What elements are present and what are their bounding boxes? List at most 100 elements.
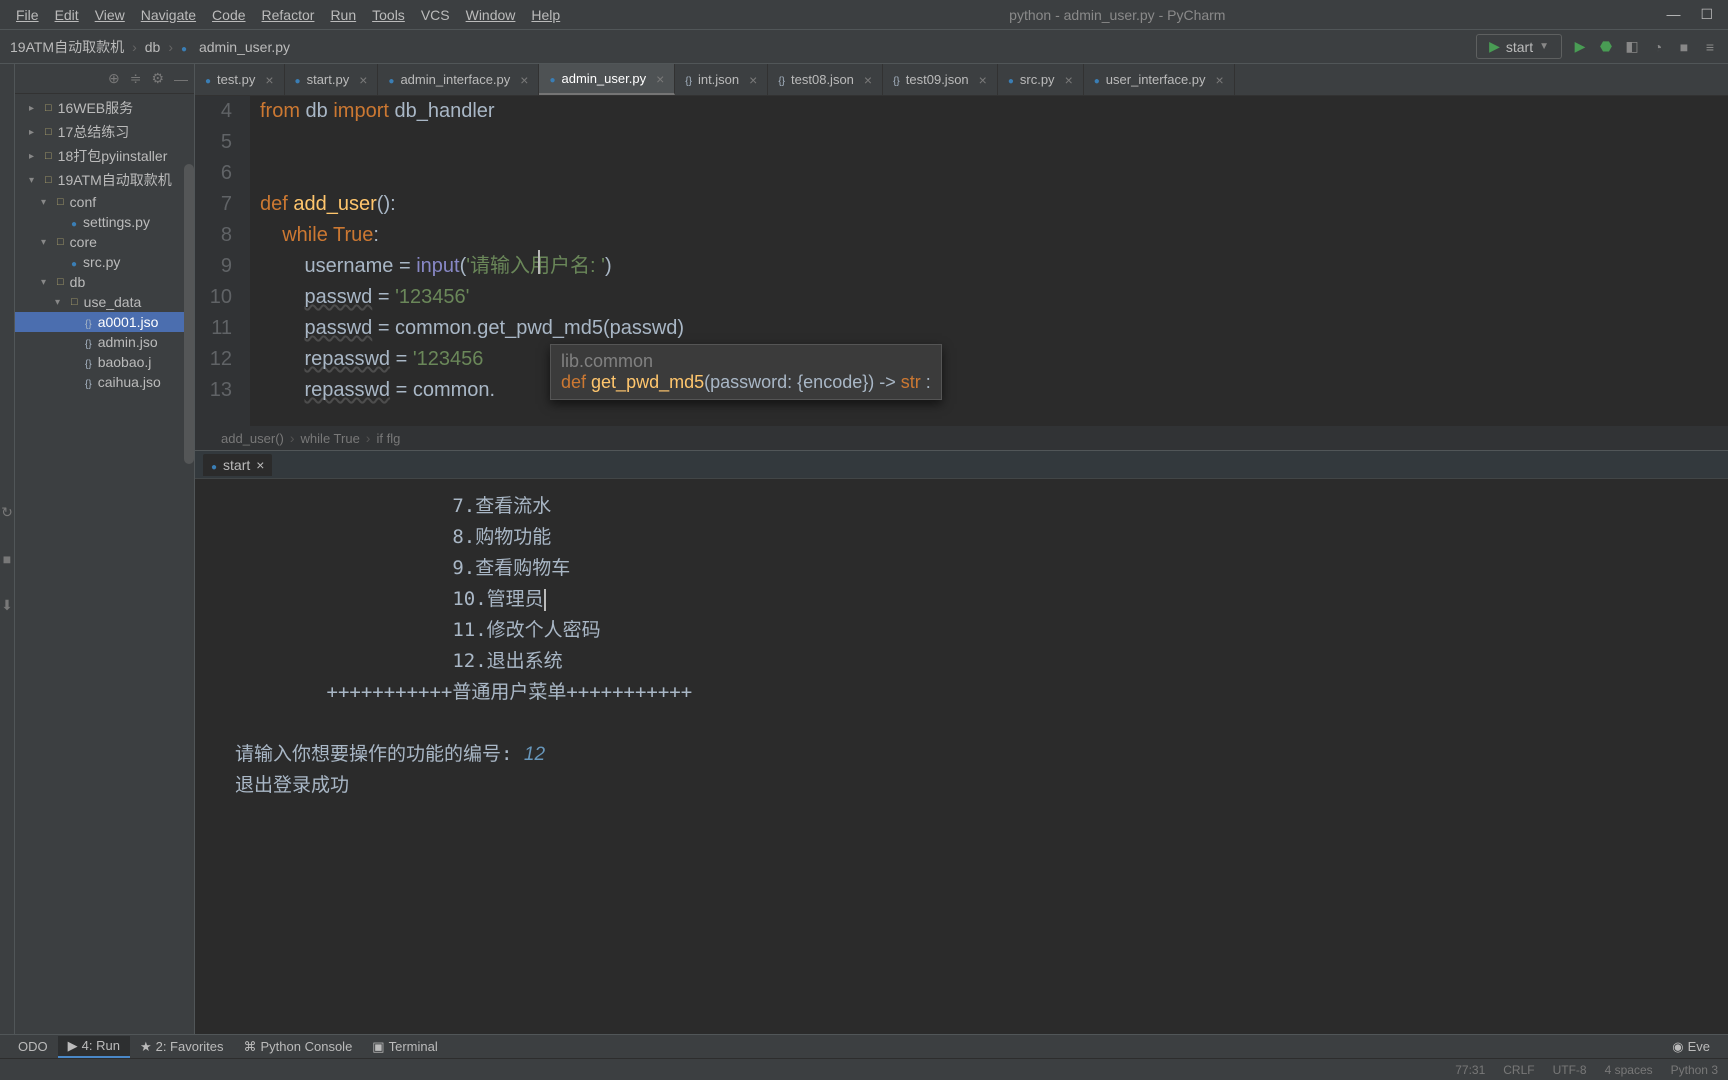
editor-tab[interactable]: test09.json× (883, 64, 998, 95)
tree-item[interactable]: caihua.jso (15, 372, 194, 392)
target-icon[interactable]: ⊕ (108, 70, 120, 87)
bc-if[interactable]: if flg (370, 431, 406, 446)
rerun-icon[interactable]: ↻ (1, 504, 13, 521)
close-icon[interactable]: × (652, 71, 664, 87)
bc-while[interactable]: while True (295, 431, 366, 446)
editor-tab[interactable]: src.py× (998, 64, 1084, 95)
run-console[interactable]: 7.查看流水 8.购物功能 9.查看购物车 10.管理员 11.修改个人密码 1… (195, 479, 1728, 1058)
tree-item[interactable]: ▸□18打包pyiinstaller (15, 144, 194, 168)
close-icon[interactable]: × (860, 72, 872, 88)
stop-button[interactable]: ■ (1676, 39, 1692, 55)
editor-tab[interactable]: admin_interface.py× (378, 64, 539, 95)
menu-window[interactable]: Window (458, 3, 524, 27)
tree-item[interactable]: ▾□db (15, 272, 194, 292)
tree-item-label: caihua.jso (98, 374, 161, 390)
crumb-file[interactable]: admin_user.py (181, 39, 290, 55)
tree-item[interactable]: src.py (15, 252, 194, 272)
tree-item[interactable]: admin.jso (15, 332, 194, 352)
file-icon (1008, 72, 1014, 87)
crumb-root[interactable]: 19ATM自动取款机 (10, 37, 124, 57)
collapse-icon[interactable]: — (174, 71, 188, 87)
encoding[interactable]: UTF-8 (1553, 1063, 1587, 1077)
code-editor[interactable]: 45678910111213 from db import db_handler… (195, 96, 1728, 426)
interpreter[interactable]: Python 3 (1671, 1063, 1718, 1077)
favorites-button[interactable]: ★ 2: Favorites (130, 1037, 234, 1057)
navbar: 19ATM自动取款机 › db › admin_user.py ▶ start … (0, 30, 1728, 64)
menubar: File Edit View Navigate Code Refactor Ru… (0, 0, 1728, 30)
terminal-button[interactable]: ▣ Terminal (362, 1037, 447, 1057)
stop-icon[interactable]: ■ (3, 551, 11, 567)
profile-button[interactable]: ◔ (1650, 39, 1666, 55)
tree-item[interactable]: settings.py (15, 212, 194, 232)
menu-file[interactable]: File (8, 3, 47, 27)
editor-tab[interactable]: start.py× (285, 64, 379, 95)
code-body[interactable]: from db import db_handler def add_user()… (250, 96, 1728, 426)
editor-tab[interactable]: user_interface.py× (1084, 64, 1235, 95)
editor-tab[interactable]: test08.json× (768, 64, 883, 95)
crumb-db[interactable]: db (145, 39, 161, 55)
menu-tools[interactable]: Tools (364, 3, 413, 27)
line-separator[interactable]: CRLF (1503, 1063, 1534, 1077)
menu-code[interactable]: Code (204, 3, 253, 27)
tree-item[interactable]: ▾□use_data (15, 292, 194, 312)
debug-button[interactable]: ⬣ (1598, 39, 1614, 55)
tree-item-label: a0001.jso (98, 314, 159, 330)
maximize-icon[interactable]: ☐ (1700, 6, 1713, 23)
expand-icon[interactable]: ≑ (130, 70, 142, 87)
menu-edit[interactable]: Edit (47, 3, 87, 27)
close-icon[interactable]: × (261, 72, 273, 88)
bc-func[interactable]: add_user() (215, 431, 290, 446)
menu-view[interactable]: View (87, 3, 133, 27)
todo-button[interactable]: ODO (8, 1037, 58, 1056)
hint-ret-type: str (901, 372, 921, 392)
menu-run[interactable]: Run (322, 3, 364, 27)
tree-item-label: settings.py (83, 214, 150, 230)
coverage-button[interactable]: ◧ (1624, 39, 1640, 55)
scrollbar-thumb[interactable] (184, 164, 194, 464)
tree-item[interactable]: a0001.jso (15, 312, 194, 332)
tree-item[interactable]: ▾□core (15, 232, 194, 252)
close-icon[interactable]: × (1061, 72, 1073, 88)
close-icon[interactable]: × (745, 72, 757, 88)
menu-vcs[interactable]: VCS (413, 3, 458, 27)
editor-tab[interactable]: int.json × (675, 64, 768, 95)
tree-item[interactable]: ▾□19ATM自动取款机 (15, 168, 194, 192)
tab-label: int.json (698, 72, 739, 87)
python-file-icon (71, 214, 77, 230)
close-icon[interactable]: × (1212, 72, 1224, 88)
menu-refactor[interactable]: Refactor (254, 3, 323, 27)
close-icon[interactable]: × (256, 457, 264, 473)
close-icon[interactable]: × (355, 72, 367, 88)
tree-item[interactable]: ▾□conf (15, 192, 194, 212)
indent[interactable]: 4 spaces (1605, 1063, 1653, 1077)
event-log-button[interactable]: ◉ Eve (1662, 1037, 1720, 1057)
menu-help[interactable]: Help (523, 3, 568, 27)
close-icon[interactable]: × (975, 72, 987, 88)
tree-item-label: core (70, 234, 97, 250)
more-button[interactable]: ≡ (1702, 39, 1718, 55)
menu-navigate[interactable]: Navigate (133, 3, 204, 27)
file-icon (295, 72, 301, 87)
line-gutter: 45678910111213 (195, 96, 250, 426)
tree-item-label: use_data (84, 294, 142, 310)
tree-item[interactable]: ▸□16WEB服务 (15, 96, 194, 120)
run-tool-window: start × 7.查看流水 8.购物功能 9.查看购物车 10.管理员 11.… (195, 450, 1728, 1058)
run-button[interactable]: ▶ (1572, 39, 1588, 55)
run-tab-start[interactable]: start × (203, 454, 272, 476)
run-config-selector[interactable]: ▶ start ▼ (1476, 34, 1562, 59)
python-file-icon (71, 254, 77, 270)
download-icon[interactable]: ⬇ (1, 597, 13, 614)
line-col[interactable]: 77:31 (1455, 1063, 1485, 1077)
editor-tab[interactable]: test.py× (195, 64, 285, 95)
tree-item[interactable]: baobao.j (15, 352, 194, 372)
tree-item[interactable]: ▸□17总结练习 (15, 120, 194, 144)
run-toolwindow-button[interactable]: ▶ 4: Run (58, 1036, 130, 1058)
project-tree[interactable]: ▸□16WEB服务▸□17总结练习▸□18打包pyiinstaller▾□19A… (15, 94, 194, 1058)
close-icon[interactable]: × (516, 72, 528, 88)
run-tabs: start × (195, 451, 1728, 479)
gear-icon[interactable]: ⚙ (151, 70, 164, 87)
editor-tab[interactable]: admin_user.py× (539, 64, 675, 95)
python-console-button[interactable]: ⌘ Python Console (234, 1037, 363, 1057)
minimize-icon[interactable]: — (1666, 6, 1680, 23)
folder-icon: □ (45, 150, 52, 162)
